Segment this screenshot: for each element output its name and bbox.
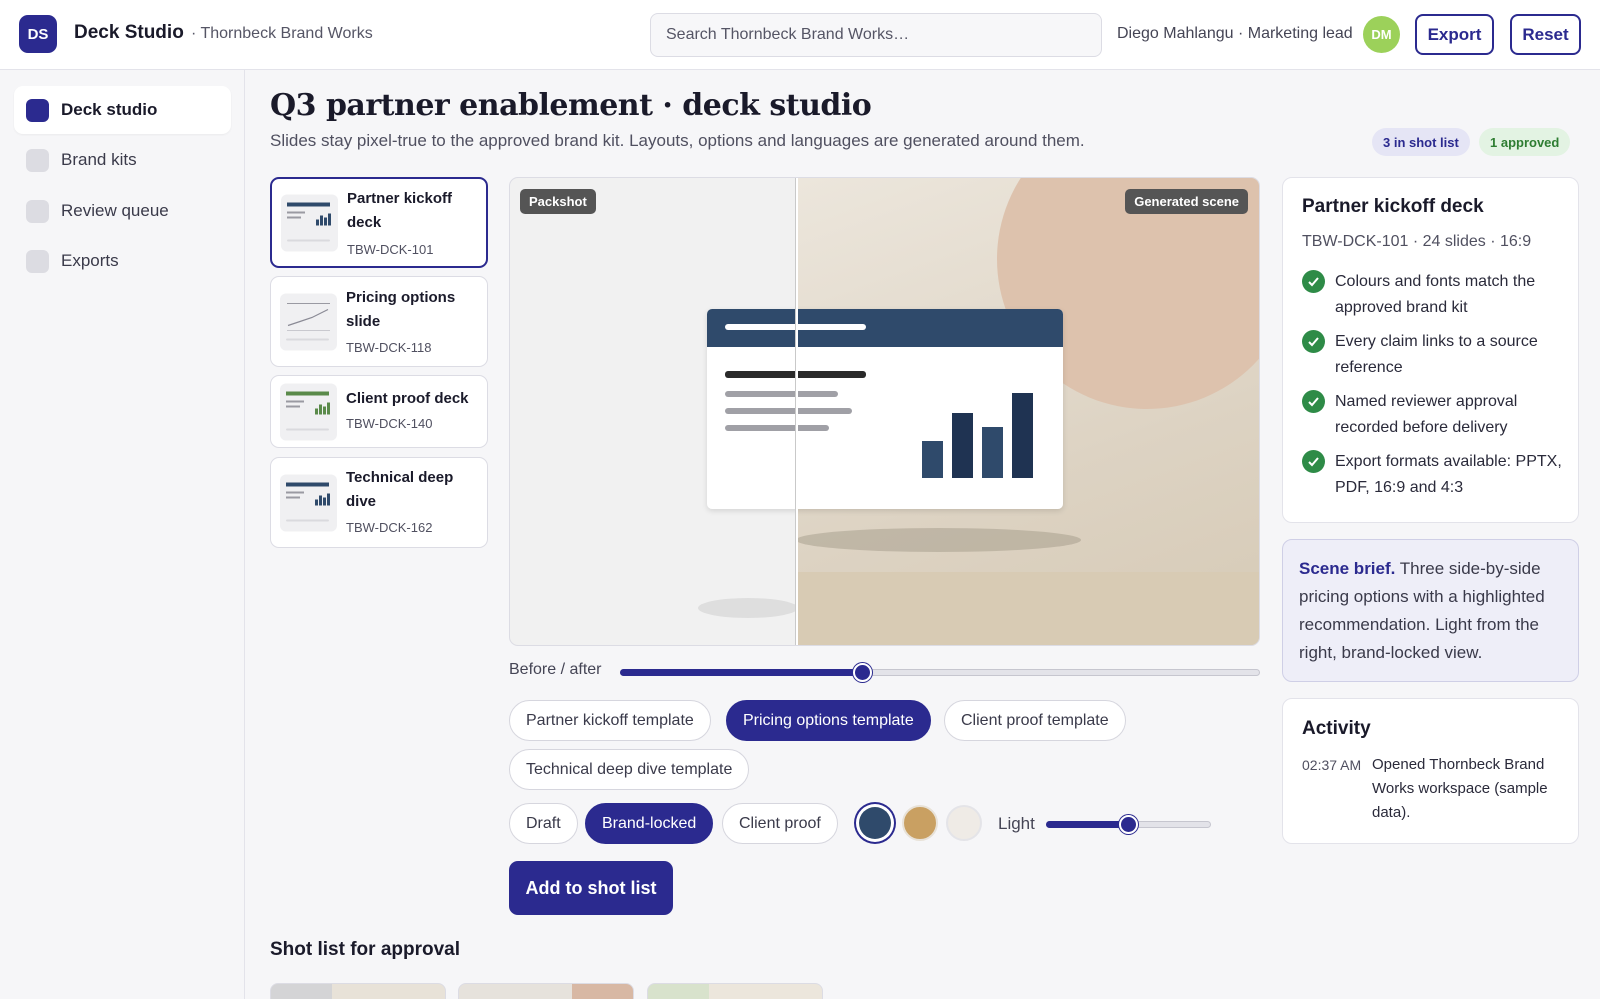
check-item: Every claim links to a source reference <box>1302 329 1567 381</box>
deck-details-title: Partner kickoff deck <box>1302 196 1484 217</box>
activity-text: Opened Thornbeck Brand Works workspace (… <box>1372 756 1548 821</box>
generated-scene-tag: Generated scene <box>1125 189 1248 214</box>
swatch-tan[interactable] <box>902 805 938 841</box>
sidebar-item-label: Review queue <box>61 201 169 220</box>
check-item: Named reviewer approval recorded before … <box>1302 389 1567 441</box>
brand-kits-icon <box>26 148 49 172</box>
deck-code: TBW-DCK-118 <box>346 340 432 355</box>
sidebar-item-label: Exports <box>61 251 119 270</box>
add-to-shot-list-button[interactable]: Add to shot list <box>509 861 673 915</box>
app-logo: DS <box>19 15 57 53</box>
shot-list-item[interactable] <box>458 983 634 999</box>
check-item: Colours and fonts match the approved bra… <box>1302 269 1567 321</box>
before-after-slider[interactable] <box>620 663 1260 682</box>
slider-handle[interactable] <box>853 663 872 682</box>
shot-list-count-badge: 3 in shot list <box>1372 128 1470 156</box>
search-input[interactable] <box>650 13 1102 57</box>
light-slider[interactable] <box>1046 815 1211 834</box>
mode-brand-locked[interactable]: Brand-locked <box>585 803 714 844</box>
light-label: Light <box>998 814 1035 833</box>
page-subtitle: Slides stay pixel-true to the approved b… <box>270 131 1085 150</box>
user-label: Diego Mahlangu · Marketing lead <box>1117 25 1353 42</box>
approved-count-badge: 1 approved <box>1479 128 1571 156</box>
slider-fill <box>1046 821 1129 828</box>
review-queue-icon <box>26 199 49 223</box>
before-after-label: Before / after <box>509 661 602 678</box>
mode-client-proof[interactable]: Client proof <box>722 803 838 844</box>
deck-card-partner-kickoff[interactable]: Partner kickoff deck TBW-DCK-101 <box>270 177 488 268</box>
check-icon <box>1302 330 1325 353</box>
chip-partner-kickoff-template[interactable]: Partner kickoff template <box>509 700 711 741</box>
deck-thumbnail <box>280 293 337 350</box>
sidebar-item-label: Deck studio <box>61 100 158 119</box>
scene-brief-label: Scene brief. <box>1299 559 1396 578</box>
page-title: Q3 partner enablement · deck studio <box>270 88 872 123</box>
avatar[interactable]: DM <box>1363 16 1400 53</box>
workspace-name: · Thornbeck Brand Works <box>191 25 373 42</box>
deck-details-meta: TBW-DCK-101 · 24 slides · 16:9 <box>1302 233 1532 250</box>
deck-code: TBW-DCK-140 <box>346 416 433 431</box>
packshot-tag: Packshot <box>520 189 596 214</box>
mode-draft[interactable]: Draft <box>509 803 578 844</box>
app-name: Deck Studio <box>74 22 184 43</box>
deck-card-client-proof[interactable]: Client proof deck TBW-DCK-140 <box>270 375 488 448</box>
slider-fill <box>620 669 863 676</box>
deck-title: Client proof deck <box>346 390 469 407</box>
before-after-preview[interactable]: Packshot Generated scene <box>509 177 1260 646</box>
activity-title: Activity <box>1302 718 1371 739</box>
deck-title: Pricing options slide <box>346 289 456 330</box>
sidebar-item-review-queue[interactable]: Review queue <box>14 187 231 235</box>
deck-title: Partner kickoff deck <box>347 190 453 231</box>
chip-client-proof-template[interactable]: Client proof template <box>944 700 1126 741</box>
check-icon <box>1302 270 1325 293</box>
deck-thumbnail <box>280 383 337 440</box>
scene-brief-card: Scene brief. Three side-by-side pricing … <box>1282 539 1579 682</box>
slider-handle[interactable] <box>1119 815 1138 834</box>
deck-card-technical-deep-dive[interactable]: Technical deep dive TBW-DCK-162 <box>270 457 488 548</box>
top-bar: DS Deck Studio · Thornbeck Brand Works D… <box>0 0 1600 70</box>
deck-title: Technical deep dive <box>346 469 454 510</box>
sidebar-item-label: Brand kits <box>61 150 137 169</box>
slide-render <box>707 309 1063 509</box>
sidebar-item-deck-studio[interactable]: Deck studio <box>14 86 231 134</box>
check-icon <box>1302 450 1325 473</box>
reset-button[interactable]: Reset <box>1510 14 1581 55</box>
chip-pricing-options-template[interactable]: Pricing options template <box>726 700 931 741</box>
deck-studio-icon <box>26 98 49 122</box>
check-item: Export formats available: PPTX, PDF, 16:… <box>1302 449 1567 501</box>
shot-list-heading: Shot list for approval <box>270 939 461 960</box>
deck-thumbnail <box>280 474 337 531</box>
shot-list-item[interactable] <box>647 983 823 999</box>
activity-time: 02:37 AM <box>1302 757 1362 773</box>
swatch-navy[interactable] <box>859 807 891 839</box>
sidebar: Deck studio Brand kits Review queue Expo… <box>0 70 245 999</box>
swatch-cream[interactable] <box>946 805 982 841</box>
deck-thumbnail <box>281 194 338 251</box>
deck-card-pricing-options[interactable]: Pricing options slide TBW-DCK-118 <box>270 276 488 367</box>
before-after-divider[interactable] <box>795 178 798 645</box>
export-button[interactable]: Export <box>1415 14 1494 55</box>
check-icon <box>1302 390 1325 413</box>
sidebar-item-brand-kits[interactable]: Brand kits <box>14 136 231 184</box>
chip-technical-deep-dive-template[interactable]: Technical deep dive template <box>509 749 750 790</box>
exports-icon <box>26 249 49 273</box>
activity-card: Activity 02:37 AM Opened Thornbeck Brand… <box>1282 698 1579 844</box>
deck-code: TBW-DCK-101 <box>347 242 434 257</box>
deck-details-card: Partner kickoff deck TBW-DCK-101 · 24 sl… <box>1282 177 1579 523</box>
deck-code: TBW-DCK-162 <box>346 520 433 535</box>
shot-list-item[interactable] <box>270 983 446 999</box>
sidebar-item-exports[interactable]: Exports <box>14 237 231 285</box>
